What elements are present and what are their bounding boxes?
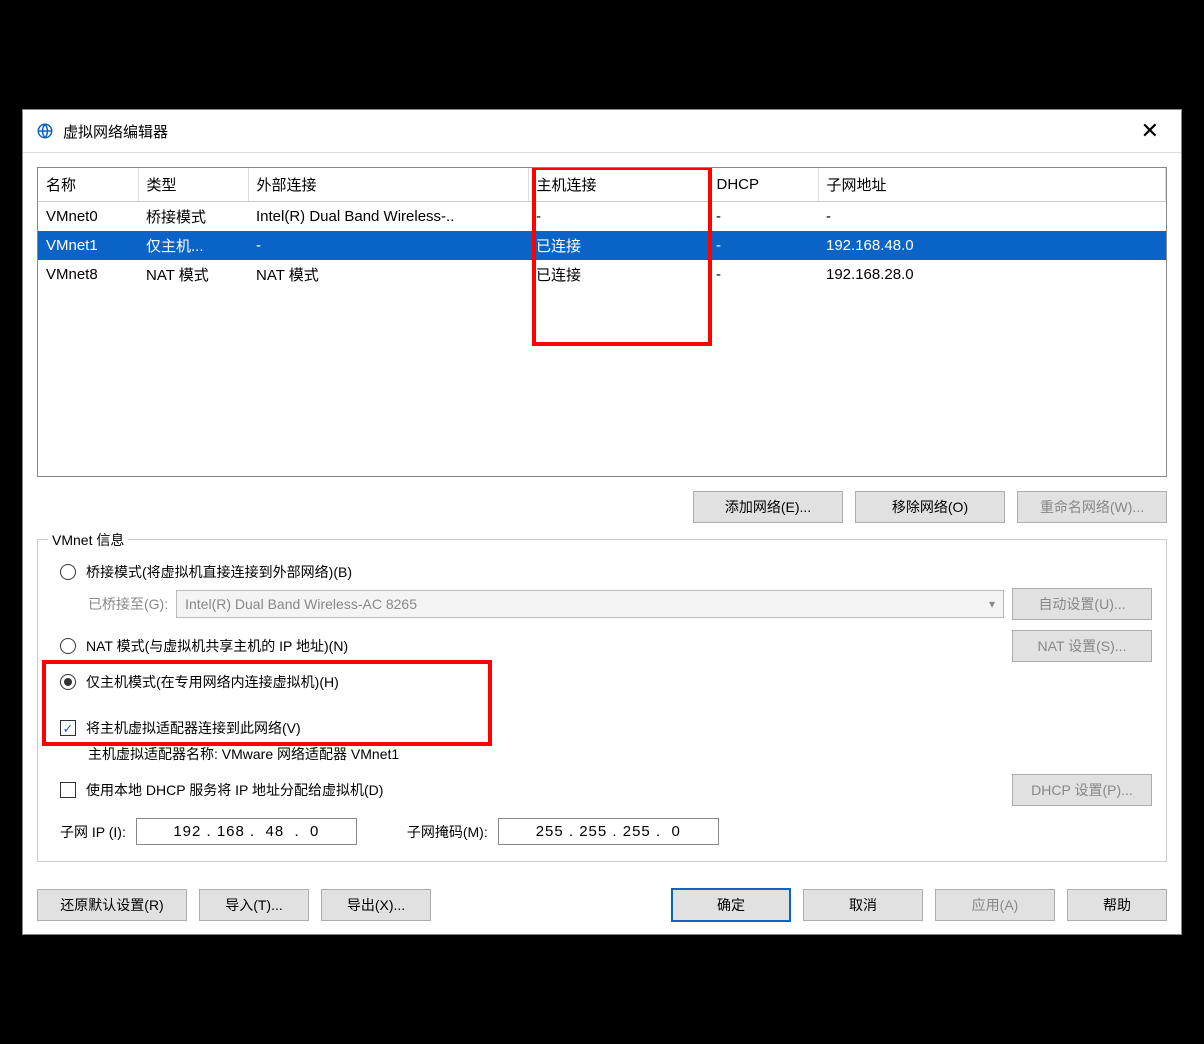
checkbox-icon — [60, 782, 76, 798]
subnet-ip-input[interactable] — [136, 818, 357, 845]
connect-host-adapter-row[interactable]: 将主机虚拟适配器连接到此网络(V) — [60, 718, 1152, 738]
network-table: 名称 类型 外部连接 主机连接 DHCP 子网地址 VMnet0 桥接模式 In… — [37, 167, 1167, 477]
nat-mode-radio-row[interactable]: NAT 模式(与虚拟机共享主机的 IP 地址)(N) NAT 设置(S)... — [60, 630, 1152, 662]
restore-defaults-button[interactable]: 还原默认设置(R) — [37, 889, 187, 921]
cell-name: VMnet0 — [38, 202, 138, 232]
content-area: 名称 类型 外部连接 主机连接 DHCP 子网地址 VMnet0 桥接模式 In… — [23, 153, 1181, 876]
cell-ext: - — [248, 231, 528, 260]
col-type[interactable]: 类型 — [138, 168, 248, 202]
connect-host-adapter-label: 将主机虚拟适配器连接到此网络(V) — [86, 718, 301, 738]
bridged-to-label: 已桥接至(G): — [88, 594, 168, 614]
bridge-mode-label: 桥接模式(将虚拟机直接连接到外部网络)(B) — [86, 562, 352, 582]
vmnet-info-title: VMnet 信息 — [48, 530, 128, 550]
radio-icon — [60, 638, 76, 654]
remove-network-button[interactable]: 移除网络(O) — [855, 491, 1005, 523]
apply-button: 应用(A) — [935, 889, 1055, 921]
table-row[interactable]: VMnet0 桥接模式 Intel(R) Dual Band Wireless-… — [38, 202, 1166, 232]
bridged-adapter-value: Intel(R) Dual Band Wireless-AC 8265 — [185, 596, 417, 612]
add-network-button[interactable]: 添加网络(E)... — [693, 491, 843, 523]
cell-ext: NAT 模式 — [248, 260, 528, 289]
cell-name: VMnet1 — [38, 231, 138, 260]
help-button[interactable]: 帮助 — [1067, 889, 1167, 921]
network-buttons-row: 添加网络(E)... 移除网络(O) 重命名网络(W)... — [37, 491, 1167, 523]
dhcp-settings-button: DHCP 设置(P)... — [1012, 774, 1152, 806]
vmnet-info-group: VMnet 信息 桥接模式(将虚拟机直接连接到外部网络)(B) 已桥接至(G):… — [37, 539, 1167, 862]
ok-button[interactable]: 确定 — [671, 888, 791, 922]
col-subnet[interactable]: 子网地址 — [818, 168, 1166, 202]
export-button[interactable]: 导出(X)... — [321, 889, 431, 921]
cell-subnet: 192.168.28.0 — [818, 260, 1166, 289]
col-name[interactable]: 名称 — [38, 168, 138, 202]
subnet-mask-input[interactable] — [498, 818, 719, 845]
bridged-adapter-select: Intel(R) Dual Band Wireless-AC 8265 ▾ — [176, 590, 1004, 618]
cell-dhcp: - — [708, 202, 818, 232]
table-row[interactable]: VMnet1 仅主机... - 已连接 - 192.168.48.0 — [38, 231, 1166, 260]
checkbox-icon — [60, 720, 76, 736]
nat-mode-label: NAT 模式(与虚拟机共享主机的 IP 地址)(N) — [86, 636, 348, 656]
col-external[interactable]: 外部连接 — [248, 168, 528, 202]
import-button[interactable]: 导入(T)... — [199, 889, 309, 921]
cell-host: 已连接 — [528, 231, 708, 260]
bridge-mode-radio-row[interactable]: 桥接模式(将虚拟机直接连接到外部网络)(B) — [60, 562, 1152, 582]
adapter-name-value: VMware 网络适配器 VMnet1 — [222, 746, 399, 762]
hostonly-mode-label: 仅主机模式(在专用网络内连接虚拟机)(H) — [86, 672, 339, 692]
cell-name: VMnet8 — [38, 260, 138, 289]
close-icon[interactable]: ✕ — [1131, 118, 1169, 144]
auto-settings-button: 自动设置(U)... — [1012, 588, 1152, 620]
cell-type: 仅主机... — [138, 231, 248, 260]
col-host-conn[interactable]: 主机连接 — [528, 168, 708, 202]
use-dhcp-label: 使用本地 DHCP 服务将 IP 地址分配给虚拟机(D) — [86, 780, 383, 800]
app-icon — [35, 121, 55, 141]
bottom-button-bar: 还原默认设置(R) 导入(T)... 导出(X)... 确定 取消 应用(A) … — [23, 876, 1181, 934]
chevron-down-icon: ▾ — [989, 597, 995, 611]
subnet-ip-label: 子网 IP (I): — [60, 822, 126, 842]
radio-icon — [60, 674, 76, 690]
cell-type: 桥接模式 — [138, 202, 248, 232]
rename-network-button: 重命名网络(W)... — [1017, 491, 1167, 523]
titlebar: 虚拟网络编辑器 ✕ — [23, 110, 1181, 153]
cell-subnet: 192.168.48.0 — [818, 231, 1166, 260]
cell-dhcp: - — [708, 231, 818, 260]
subnet-row: 子网 IP (I): 子网掩码(M): — [60, 818, 1152, 845]
cell-type: NAT 模式 — [138, 260, 248, 289]
cancel-button[interactable]: 取消 — [803, 889, 923, 921]
virtual-network-editor-window: 虚拟网络编辑器 ✕ 名称 类型 外部连接 主机连接 DHCP 子网地址 — [22, 109, 1182, 935]
hostonly-mode-radio-row[interactable]: 仅主机模式(在专用网络内连接虚拟机)(H) — [60, 672, 1152, 692]
cell-dhcp: - — [708, 260, 818, 289]
cell-ext: Intel(R) Dual Band Wireless-.. — [248, 202, 528, 232]
cell-host: 已连接 — [528, 260, 708, 289]
adapter-name-label: 主机虚拟适配器名称: — [88, 746, 218, 762]
cell-host: - — [528, 202, 708, 232]
bridged-to-row: 已桥接至(G): Intel(R) Dual Band Wireless-AC … — [88, 588, 1152, 620]
use-dhcp-row[interactable]: 使用本地 DHCP 服务将 IP 地址分配给虚拟机(D) DHCP 设置(P).… — [60, 774, 1152, 806]
cell-subnet: - — [818, 202, 1166, 232]
table-row[interactable]: VMnet8 NAT 模式 NAT 模式 已连接 - 192.168.28.0 — [38, 260, 1166, 289]
nat-settings-button: NAT 设置(S)... — [1012, 630, 1152, 662]
subnet-mask-label: 子网掩码(M): — [407, 822, 488, 842]
radio-icon — [60, 564, 76, 580]
col-dhcp[interactable]: DHCP — [708, 168, 818, 202]
window-title: 虚拟网络编辑器 — [63, 121, 1131, 142]
host-adapter-name-line: 主机虚拟适配器名称: VMware 网络适配器 VMnet1 — [88, 744, 1152, 764]
table-header-row: 名称 类型 外部连接 主机连接 DHCP 子网地址 — [38, 168, 1166, 202]
